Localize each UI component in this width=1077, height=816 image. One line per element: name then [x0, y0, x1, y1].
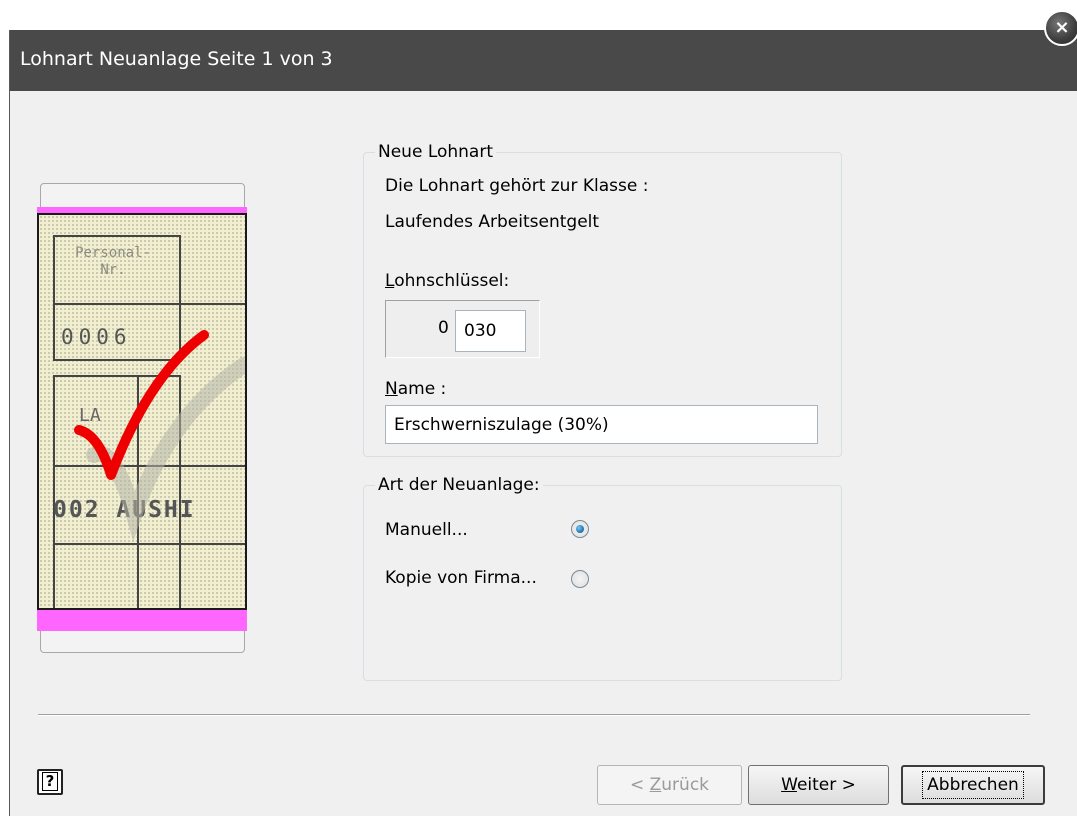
art-der-neuanlage-legend: Art der Neuanlage: — [375, 475, 543, 495]
option-kopie-radio[interactable] — [571, 570, 589, 588]
class-line-1: Die Lohnart gehört zur Klasse : — [385, 176, 649, 196]
lohnschluessel-label-rest: ohnschlüssel: — [394, 271, 510, 291]
back-button[interactable]: < Zurück — [597, 765, 742, 805]
option-manuell-radio[interactable] — [571, 520, 589, 538]
check-mark-icon — [74, 330, 245, 542]
lohnschluessel-label: Lohnschlüssel: — [385, 271, 509, 291]
option-kopie-label: Kopie von Firma... — [385, 568, 537, 588]
next-button[interactable]: Weiter > — [748, 765, 889, 805]
name-label: Name : — [385, 379, 446, 399]
footer-separator — [38, 714, 1030, 716]
back-button-rest: urück — [661, 775, 710, 795]
neue-lohnart-legend: Neue Lohnart — [375, 142, 497, 162]
window-title: Lohnart Neuanlage Seite 1 von 3 — [20, 48, 333, 70]
lohnschluessel-prefix: 0 — [438, 318, 449, 338]
class-line-2: Laufendes Arbeitsentgelt — [385, 212, 600, 232]
help-button[interactable]: ? — [37, 769, 63, 795]
lohnschluessel-input[interactable] — [455, 310, 526, 352]
name-input[interactable] — [385, 405, 818, 444]
cancel-button[interactable]: Abbrechen — [901, 765, 1045, 805]
wizard-illustration: Personal- Nr. 0006 LA 002 AUSHI — [37, 207, 247, 631]
lohnschluessel-accesskey: L — [385, 271, 395, 291]
name-label-rest: ame : — [397, 379, 447, 399]
payroll-card-image: Personal- Nr. 0006 LA 002 AUSHI — [37, 213, 247, 610]
option-manuell-label: Manuell... — [385, 520, 468, 540]
back-accesskey: Z — [649, 775, 662, 795]
next-accesskey: W — [781, 775, 797, 795]
next-button-rest: eiter > — [796, 775, 856, 795]
title-bar[interactable]: Lohnart Neuanlage Seite 1 von 3 — [10, 30, 1077, 91]
back-button-prefix: < — [629, 775, 650, 795]
help-icon: ? — [42, 772, 58, 791]
close-icon[interactable]: × — [1044, 10, 1077, 46]
name-accesskey: N — [385, 379, 398, 399]
cancel-button-label: Abbrechen — [922, 771, 1024, 799]
